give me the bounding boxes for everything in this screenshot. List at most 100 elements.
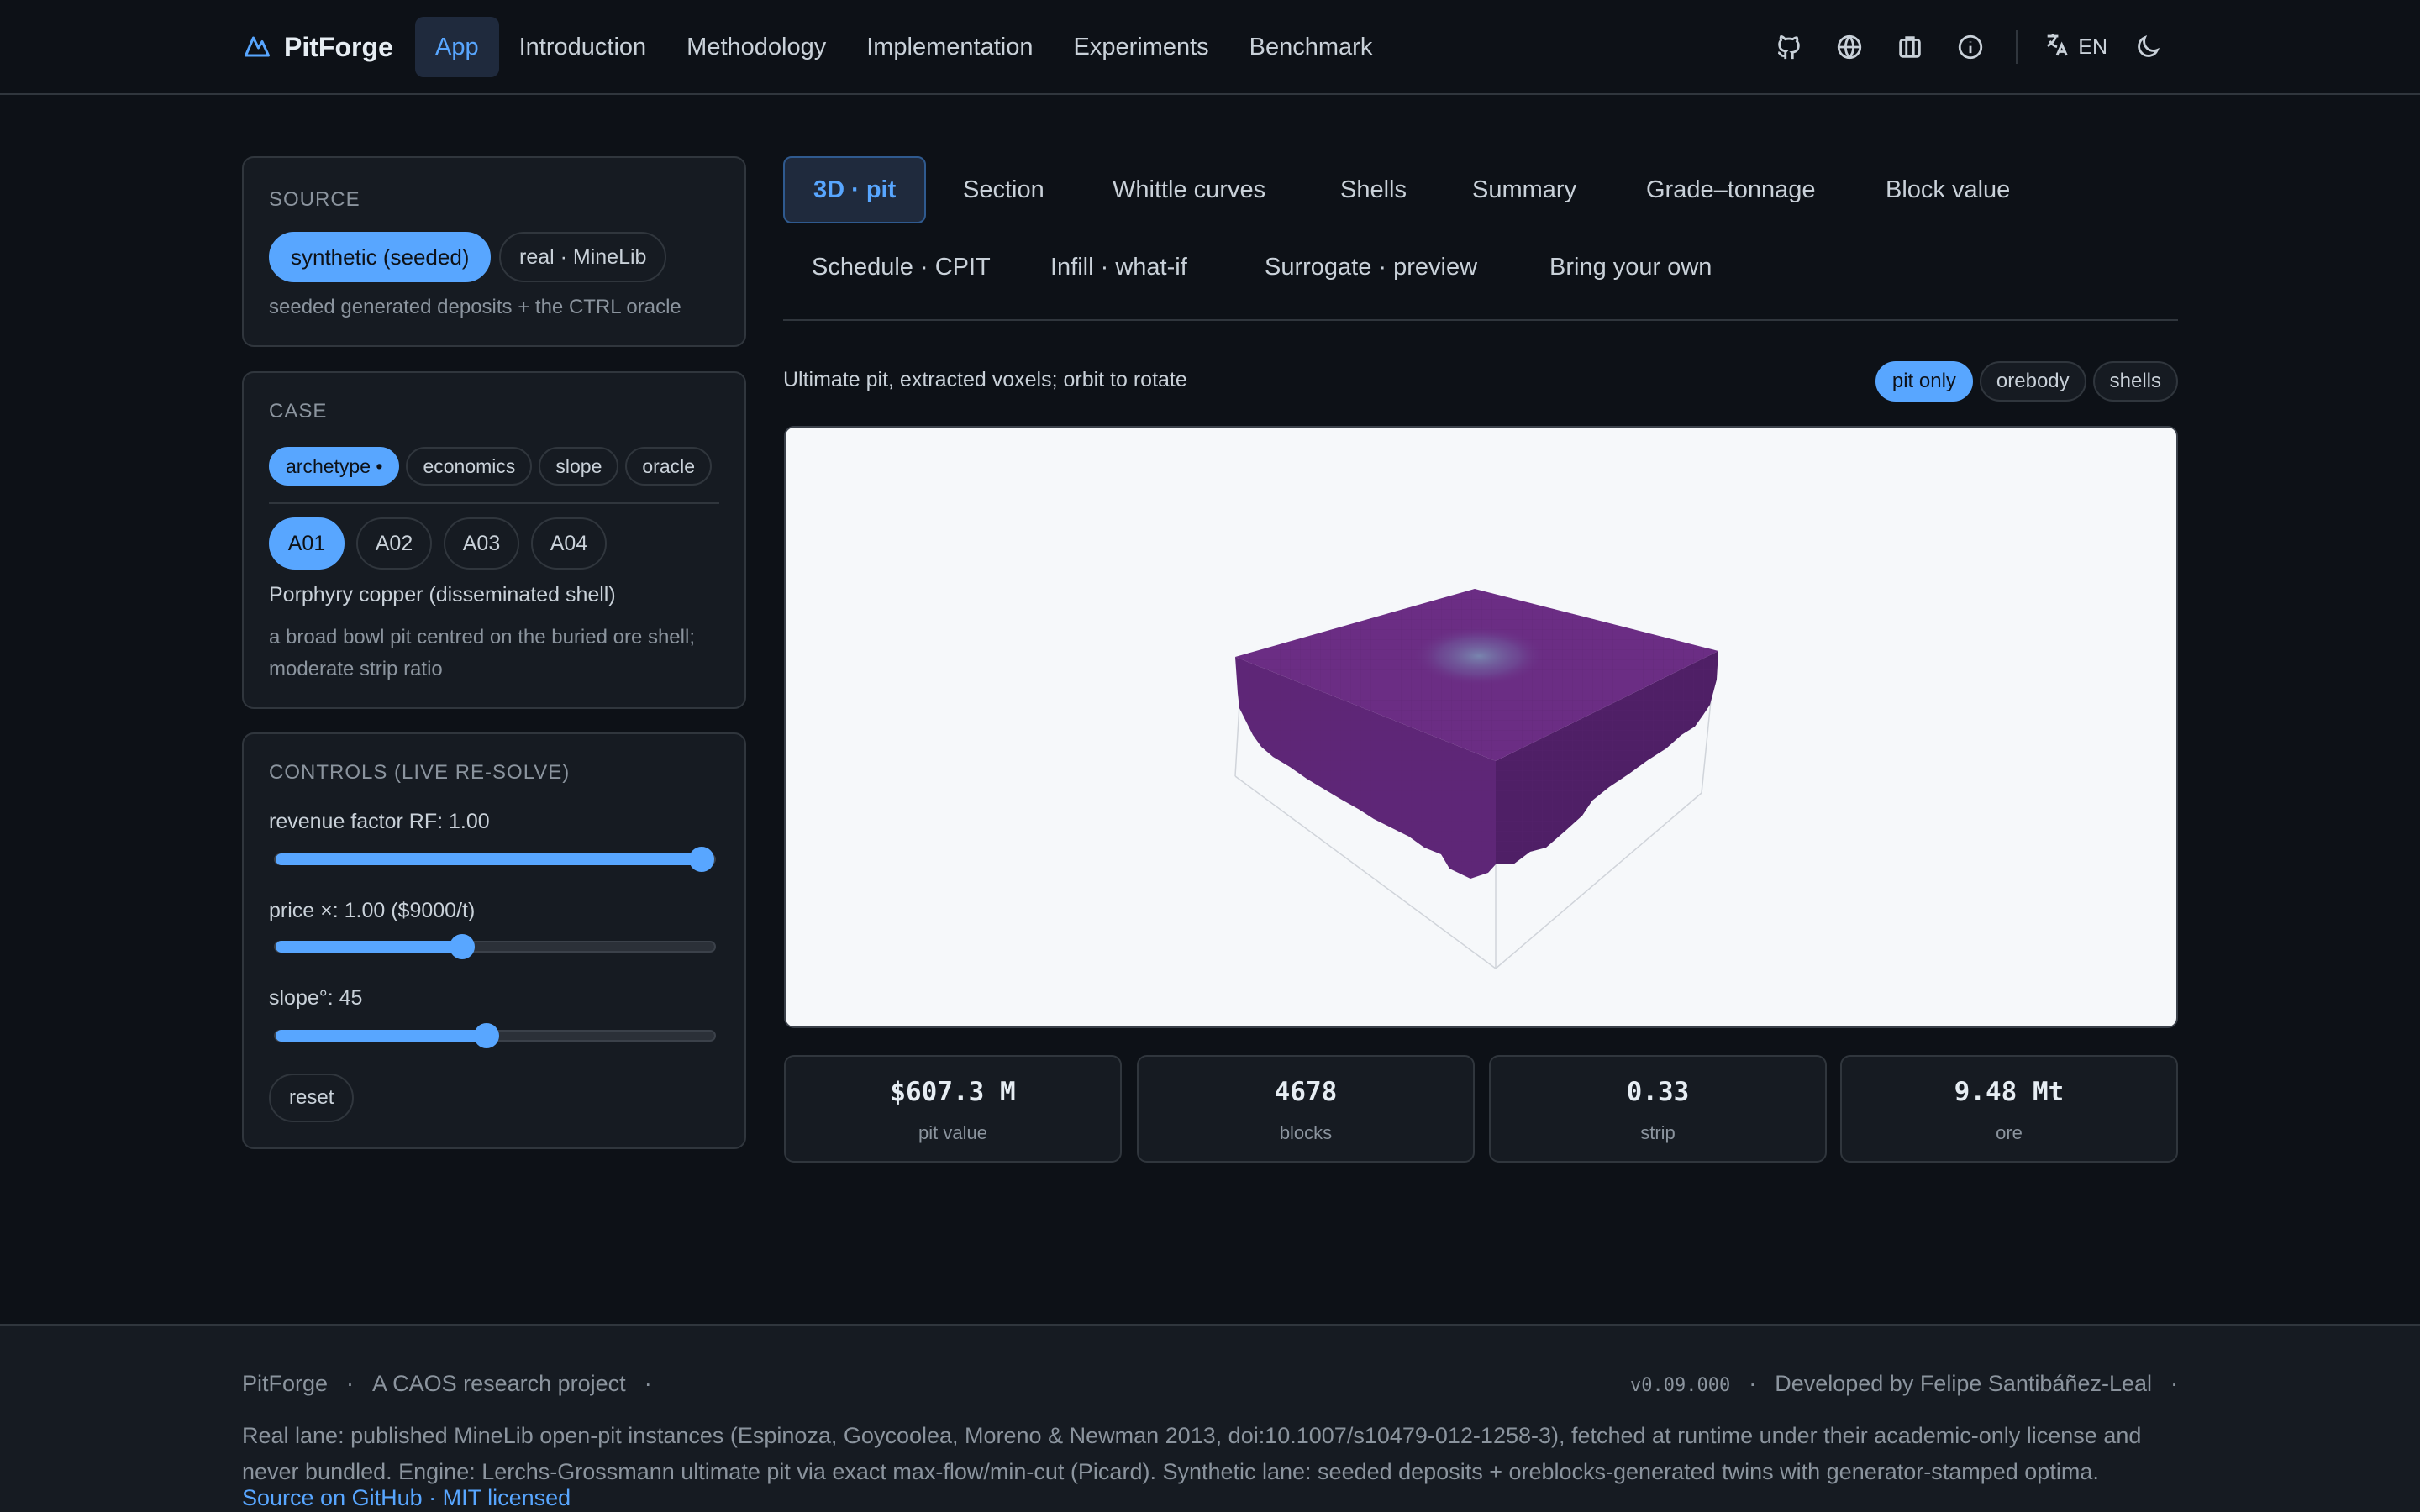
footer-source-link[interactable]: Source on GitHub · MIT licensed (242, 1485, 571, 1511)
stat-blocks-number: 4678 (1274, 1077, 1338, 1107)
main-nav: App Introduction Methodology Implementat… (415, 17, 1392, 77)
nav-benchmark[interactable]: Benchmark (1229, 17, 1393, 77)
tabs-divider (783, 319, 2178, 321)
tab-schedule-cpit[interactable]: Schedule · CPIT (783, 234, 1019, 301)
revenue-factor-fill (276, 853, 702, 865)
case-a04-button[interactable]: A04 (531, 517, 607, 570)
revenue-factor-knob[interactable] (689, 847, 714, 872)
case-name: Porphyry copper (disseminated shell) (269, 583, 616, 606)
controls-title: CONTROLS (LIVE RE-SOLVE) (269, 761, 571, 784)
footer-separator: · (644, 1371, 652, 1396)
slope-knob[interactable] (474, 1023, 499, 1048)
tab-whittle-curves[interactable]: Whittle curves (1084, 156, 1294, 223)
translate-icon (2043, 30, 2071, 65)
source-panel: SOURCE synthetic (seeded) real · MineLib… (242, 156, 746, 347)
filter-archetype[interactable]: archetype • (269, 447, 400, 486)
tab-infill-what-if[interactable]: Infill · what-if (1022, 234, 1216, 301)
top-bar: PitForge App Introduction Methodology Im… (0, 0, 2420, 95)
pit-render (1234, 589, 1718, 969)
footer-separator: · (2170, 1371, 2178, 1396)
footer-separator: · (1749, 1371, 1757, 1396)
case-a01-button[interactable]: A01 (269, 517, 345, 570)
source-description: seeded generated deposits + the CTRL ora… (269, 296, 681, 318)
case-a02-button[interactable]: A02 (356, 517, 432, 570)
tab-bring-your-own[interactable]: Bring your own (1521, 234, 1740, 301)
globe-icon[interactable] (1819, 25, 1880, 69)
slope-slider[interactable] (274, 1023, 716, 1048)
language-label: EN (2078, 34, 2107, 59)
github-icon[interactable] (1759, 25, 1819, 69)
stat-ore-number: 9.48 Mt (1954, 1077, 2065, 1107)
stat-strip-number: 0.33 (1626, 1077, 1690, 1107)
footer: PitForge · A CAOS research project · v0.… (0, 1324, 2420, 1512)
stat-strip-label: strip (1640, 1122, 1676, 1143)
footer-developer: Developed by Felipe Santibáñez-Leal (1775, 1371, 2152, 1396)
mountain-logo-icon (242, 30, 272, 65)
stat-blocks: 4678 blocks (1137, 1055, 1475, 1163)
case-description: a broad bowl pit centred on the buried o… (269, 626, 695, 680)
language-switcher[interactable]: EN (2033, 30, 2118, 65)
toggle-orebody[interactable]: orebody (1979, 361, 2086, 402)
nav-experiments[interactable]: Experiments (1054, 17, 1229, 77)
header-divider (2016, 30, 2018, 64)
3d-pit-viewport[interactable] (784, 426, 2178, 1028)
price-fill (276, 941, 462, 953)
ore-shell-highlight (1412, 626, 1546, 686)
tab-block-value[interactable]: Block value (1857, 156, 2039, 223)
footer-right: v0.09.000 · Developed by Felipe Santibáñ… (1630, 1371, 2178, 1397)
view-toggle-group: pit only orebody shells (1875, 361, 2178, 402)
footer-project: A CAOS research project (372, 1371, 626, 1396)
toggle-pit-only[interactable]: pit only (1875, 361, 1973, 402)
stat-strip: 0.33 strip (1489, 1055, 1827, 1163)
price-slider[interactable] (274, 934, 716, 959)
info-icon[interactable] (1940, 25, 2001, 69)
slope-fill (276, 1030, 487, 1042)
controls-panel: CONTROLS (LIVE RE-SOLVE) revenue factor … (242, 732, 746, 1149)
stat-blocks-label: blocks (1279, 1122, 1333, 1143)
tab-3d-pit[interactable]: 3D · pit (783, 156, 927, 223)
tab-shells[interactable]: Shells (1312, 156, 1435, 223)
filter-economics[interactable]: economics (406, 447, 533, 486)
tab-surrogate-preview[interactable]: Surrogate · preview (1236, 234, 1506, 301)
source-synthetic-button[interactable]: synthetic (seeded) (269, 232, 492, 282)
nav-implementation[interactable]: Implementation (846, 17, 1053, 77)
revenue-factor-slider[interactable] (274, 847, 716, 872)
nav-app[interactable]: App (415, 17, 499, 77)
case-a03-button[interactable]: A03 (444, 517, 519, 570)
case-title: CASE (269, 400, 328, 423)
toggle-shells[interactable]: shells (2092, 361, 2178, 402)
reset-button[interactable]: reset (269, 1074, 355, 1122)
stat-pit-value: $607.3 M pit value (784, 1055, 1122, 1163)
brand[interactable]: PitForge (242, 25, 393, 69)
tab-summary[interactable]: Summary (1444, 156, 1605, 223)
nav-methodology[interactable]: Methodology (666, 17, 846, 77)
footer-left: PitForge · A CAOS research project · (242, 1371, 652, 1397)
view-caption: Ultimate pit, extracted voxels; orbit to… (783, 368, 1187, 391)
price-label: price ×: 1.00 ($9000/t) (269, 899, 476, 922)
stat-ore-label: ore (1996, 1122, 2023, 1143)
briefcase-icon[interactable] (1880, 25, 1940, 69)
case-id-row: A01 A02 A03 A04 (269, 517, 607, 570)
slope-label: slope°: 45 (269, 986, 363, 1010)
price-knob[interactable] (450, 934, 475, 959)
footer-version: v0.09.000 (1629, 1375, 1731, 1396)
revenue-factor-label: revenue factor RF: 1.00 (269, 810, 490, 833)
case-filter-row: archetype • economics slope oracle (269, 447, 713, 486)
stat-pit-value-number: $607.3 M (890, 1077, 1016, 1107)
filter-slope[interactable]: slope (539, 447, 619, 486)
header-actions: EN (1759, 25, 2178, 69)
nav-introduction[interactable]: Introduction (499, 17, 667, 77)
footer-description: Real lane: published MineLib open-pit in… (242, 1423, 2142, 1484)
moon-icon[interactable] (2118, 25, 2178, 69)
tab-grade-tonnage[interactable]: Grade–tonnage (1618, 156, 1844, 223)
tab-section[interactable]: Section (934, 156, 1073, 223)
stat-ore: 9.48 Mt ore (1840, 1055, 2178, 1163)
source-minelib-button[interactable]: real · MineLib (499, 232, 667, 282)
footer-separator: · (346, 1371, 355, 1396)
filter-oracle[interactable]: oracle (625, 447, 713, 486)
source-title: SOURCE (269, 188, 360, 211)
pit-voxels (1235, 589, 1718, 879)
case-divider (269, 502, 719, 504)
stat-pit-value-label: pit value (918, 1122, 987, 1143)
brand-name: PitForge (284, 31, 393, 62)
